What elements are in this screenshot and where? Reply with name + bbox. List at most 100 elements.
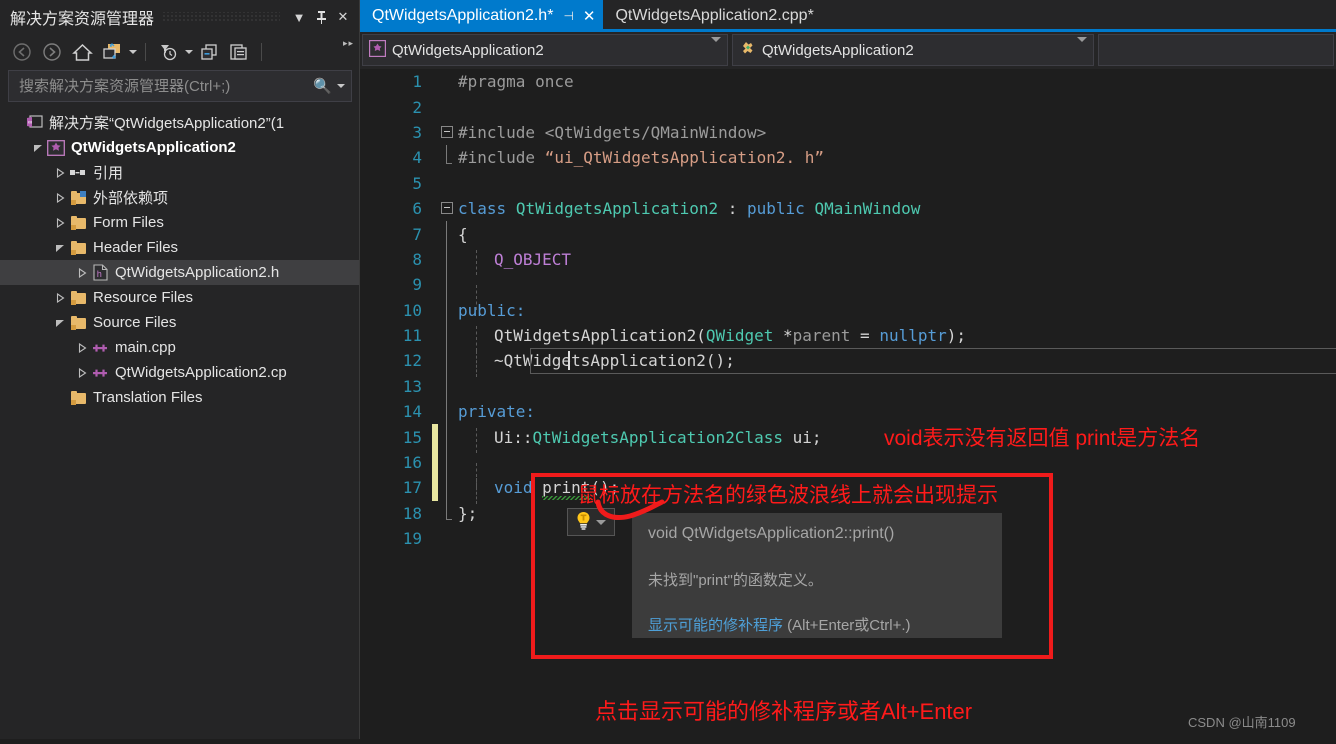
code-line[interactable]: 6 class QtWidgetsApplication2 : public Q…: [360, 196, 1336, 221]
code-line[interactable]: 10 public:: [360, 297, 1336, 323]
code-line[interactable]: 11 QtWidgetsApplication2(QWidget *parent…: [360, 322, 1336, 352]
outline-gutter[interactable]: [438, 145, 458, 170]
outline-gutter[interactable]: [438, 94, 458, 119]
twisty-collapsed-icon[interactable]: [74, 342, 90, 353]
twisty-collapsed-icon[interactable]: [52, 167, 68, 178]
tab-close-icon[interactable]: ✕: [583, 9, 596, 24]
project-selector[interactable]: QtWidgetsApplication2: [362, 34, 728, 66]
toolbar-overflow-icon[interactable]: ▸▸: [343, 38, 354, 49]
outline-gutter[interactable]: [438, 526, 458, 551]
code-line[interactable]: 4 #include “ui_QtWidgetsApplication2. h”: [360, 145, 1336, 170]
outline-gutter[interactable]: [438, 348, 458, 374]
twisty-collapsed-icon[interactable]: [52, 192, 68, 203]
tree-item[interactable]: h QtWidgetsApplication2.h: [0, 260, 360, 285]
twisty-expanded-icon[interactable]: [52, 318, 68, 328]
properties-icon[interactable]: [225, 39, 253, 65]
tree-item[interactable]: QtWidgetsApplication2: [0, 135, 360, 160]
drag-handle-dots[interactable]: [162, 12, 280, 22]
public-keyword: public: [747, 199, 805, 219]
tree-item[interactable]: ∞ 解决方案“QtWidgetsApplication2”(1: [0, 110, 360, 135]
twisty-expanded-icon[interactable]: [52, 243, 68, 253]
tree-item[interactable]: 外部依赖项: [0, 185, 360, 210]
code-line-current[interactable]: 13: [360, 348, 1336, 400]
twisty-collapsed-icon[interactable]: [52, 292, 68, 303]
tree-item-label: QtWidgetsApplication2: [71, 139, 236, 156]
close-icon[interactable]: ✕: [332, 6, 354, 28]
outline-line: [446, 348, 447, 374]
code-line[interactable]: 8 Q_OBJECT: [360, 246, 1336, 276]
twisty-collapsed-icon[interactable]: [74, 267, 90, 278]
sync-dropdown-caret-icon[interactable]: [129, 50, 137, 54]
outline-gutter[interactable]: [438, 475, 458, 501]
tab-qtwidgetsapplication2-h[interactable]: QtWidgetsApplication2.h* ⊣ ✕: [360, 0, 604, 32]
type-selector[interactable]: QtWidgetsApplication2: [732, 34, 1094, 66]
search-dropdown-caret-icon[interactable]: [337, 84, 345, 88]
param-type: QWidget: [705, 326, 774, 346]
twisty-expanded-icon[interactable]: [30, 143, 46, 153]
outline-gutter[interactable]: [438, 500, 458, 526]
tree-item[interactable]: Translation Files: [0, 385, 360, 410]
show-all-files-icon[interactable]: [195, 39, 223, 65]
outline-gutter[interactable]: [438, 272, 458, 298]
code-line[interactable]: 2: [360, 94, 1336, 119]
solution-explorer-header: 解决方案资源管理器 ▼ ✕: [0, 0, 360, 34]
close-brace: };: [458, 503, 478, 523]
outline-line: [446, 297, 447, 323]
tree-item-label: 引用: [93, 165, 124, 182]
annotation-bottom: 点击显示可能的修补程序或者Alt+Enter: [595, 699, 973, 724]
code-line[interactable]: 7 {: [360, 221, 1336, 247]
chevron-down-icon[interactable]: ▼: [288, 6, 310, 28]
outline-gutter[interactable]: [438, 221, 458, 247]
tree-item[interactable]: Header Files: [0, 235, 360, 260]
type-selector-caret-icon[interactable]: [1067, 36, 1087, 59]
search-box[interactable]: 🔍: [8, 70, 352, 102]
back-icon[interactable]: [8, 39, 36, 65]
outline-line: [446, 475, 447, 501]
tree-item[interactable]: QtWidgetsApplication2.cp: [0, 360, 360, 385]
outline-gutter[interactable]: [438, 246, 458, 273]
outline-gutter[interactable]: [438, 69, 458, 94]
tree-item[interactable]: Form Files: [0, 210, 360, 235]
search-icon[interactable]: 🔍: [313, 77, 332, 95]
code-line[interactable]: 5: [360, 171, 1336, 196]
line-number: 4: [412, 148, 422, 168]
code-line[interactable]: 14 private:: [360, 399, 1336, 425]
code-line[interactable]: 16: [360, 449, 1336, 488]
pending-changes-filter-icon[interactable]: [154, 39, 182, 65]
member-selector[interactable]: [1098, 34, 1334, 66]
sync-with-active-document-icon[interactable]: [98, 39, 126, 65]
outline-gutter[interactable]: [438, 373, 458, 400]
collapse-box-icon[interactable]: [441, 201, 453, 214]
outline-gutter[interactable]: [438, 399, 458, 425]
tab-pin-icon[interactable]: ⊣: [563, 9, 573, 23]
twisty-collapsed-icon[interactable]: [74, 367, 90, 378]
folder-icon: [68, 391, 88, 405]
forward-icon[interactable]: [38, 39, 66, 65]
pin-icon[interactable]: [310, 6, 332, 28]
outline-gutter[interactable]: [438, 322, 458, 349]
search-input[interactable]: [17, 76, 314, 96]
folder-open-icon: [68, 241, 88, 255]
home-icon[interactable]: [68, 39, 96, 65]
tree-item[interactable]: Resource Files: [0, 285, 360, 310]
filter-dropdown-caret-icon[interactable]: [185, 50, 193, 54]
outline-gutter[interactable]: [438, 120, 458, 145]
code-line[interactable]: 3 #include <QtWidgets/QMainWindow>: [360, 120, 1336, 145]
open-brace: {: [458, 224, 468, 244]
code-line[interactable]: 9: [360, 272, 1336, 311]
twisty-collapsed-icon[interactable]: [52, 217, 68, 228]
tree-item[interactable]: Source Files: [0, 310, 360, 335]
outline-gutter[interactable]: [438, 196, 458, 221]
outline-gutter[interactable]: [438, 171, 458, 196]
tree-item[interactable]: 引用: [0, 160, 360, 185]
project-selector-caret-icon[interactable]: [701, 36, 721, 59]
code-line[interactable]: 1 #pragma once: [360, 69, 1336, 94]
outline-gutter[interactable]: [438, 297, 458, 323]
outline-line: [446, 424, 447, 450]
param-name: parent: [792, 326, 851, 346]
tree-item[interactable]: main.cpp: [0, 335, 360, 360]
tab-qtwidgetsapplication2-cpp[interactable]: QtWidgetsApplication2.cpp*: [603, 0, 821, 32]
collapse-box-icon[interactable]: [441, 125, 453, 138]
outline-gutter[interactable]: [438, 424, 458, 450]
outline-gutter[interactable]: [438, 449, 458, 476]
